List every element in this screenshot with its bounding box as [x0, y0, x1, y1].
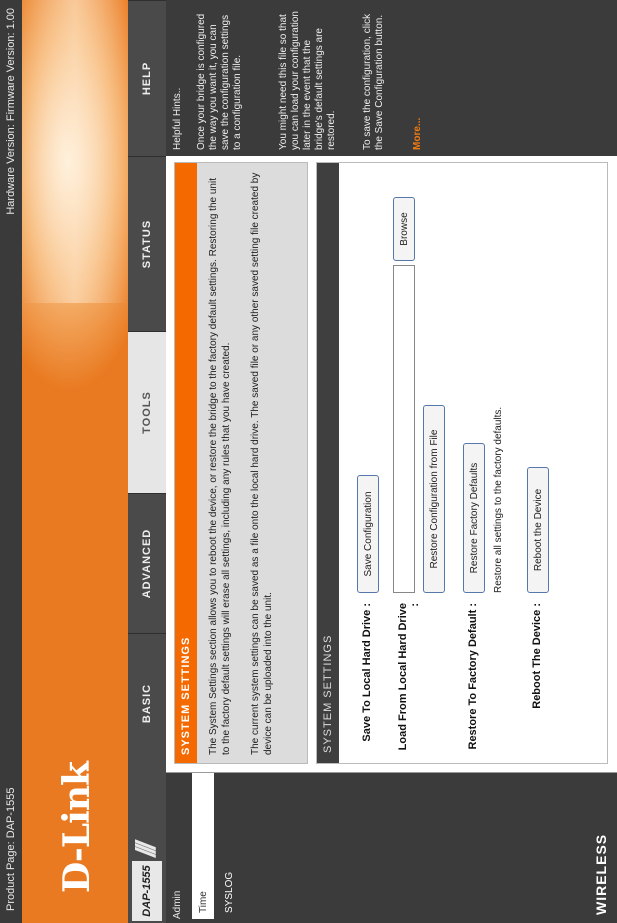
version-label: Hardware Version: Firmware Version: 1.00 — [5, 8, 17, 215]
settings-title: SYSTEM SETTINGS — [317, 163, 339, 763]
tab-help[interactable]: HELP — [128, 0, 166, 156]
model-badge: DAP-1555 /// — [128, 773, 166, 923]
help-hint-3: To save the configuration, click the Sav… — [362, 13, 385, 150]
tab-basic[interactable]: BASIC — [128, 633, 166, 773]
model-name: DAP-1555 — [132, 861, 162, 921]
nav-bar: DAP-1555 /// BASIC ADVANCED TOOLS STATUS… — [128, 0, 166, 923]
tab-tools[interactable]: TOOLS — [128, 331, 166, 493]
help-title: Helpful Hints.. — [172, 87, 183, 150]
restore-note: Restore all settings to the factory defa… — [493, 406, 504, 593]
sidebar-crumb: Admin — [172, 890, 183, 919]
tab-status[interactable]: STATUS — [128, 156, 166, 331]
sidebar-item-time[interactable]: Time — [192, 773, 214, 919]
restore-label: Restore To Factory Default : — [467, 603, 479, 750]
save-label: Save To Local Hard Drive : — [361, 603, 373, 742]
help-hint-1: Once your bridge is configured the way y… — [196, 13, 243, 150]
settings-panel: SYSTEM SETTINGS Save To Local Hard Drive… — [316, 162, 608, 764]
restore-configuration-button[interactable]: Restore Configuration from File — [423, 405, 445, 593]
config-file-input[interactable] — [393, 265, 415, 593]
dlink-logo: D-Link — [56, 762, 98, 893]
brand-banner: D-Link — [22, 0, 128, 923]
sidebar-item-syslog[interactable]: SYSLOG — [218, 773, 240, 919]
help-column: Helpful Hints.. Once your bridge is conf… — [166, 0, 617, 156]
intro-title: SYSTEM SETTINGS — [175, 163, 197, 763]
help-more-link[interactable]: More... — [412, 5, 424, 150]
top-info-bar: Product Page: DAP-1555 Hardware Version:… — [0, 0, 22, 923]
intro-panel: SYSTEM SETTINGS The System Settings sect… — [174, 162, 308, 764]
help-hint-2: You might need this file so that you can… — [278, 11, 337, 150]
wireless-footer: WIRELESS — [585, 773, 617, 923]
rotated-page: Product Page: DAP-1555 Hardware Version:… — [0, 0, 617, 923]
tab-advanced[interactable]: ADVANCED — [128, 493, 166, 633]
save-configuration-button[interactable]: Save Configuration — [357, 475, 379, 593]
intro-paragraph-1: The System Settings section allows you t… — [208, 178, 232, 755]
restore-factory-defaults-button[interactable]: Restore Factory Defaults — [463, 443, 485, 593]
browse-button[interactable]: Browse — [393, 197, 415, 261]
model-slash-icon: /// — [130, 845, 161, 857]
product-page-label: Product Page: DAP-1555 — [5, 787, 17, 911]
intro-paragraph-2: The current system settings can be saved… — [250, 172, 274, 755]
main-content: SYSTEM SETTINGS The System Settings sect… — [166, 155, 617, 773]
reboot-device-button[interactable]: Reboot the Device — [527, 467, 549, 593]
load-label: Load From Local Hard Drive : — [397, 603, 421, 751]
banner-beam — [22, 0, 128, 303]
left-sidebar: Admin Time SYSLOG — [166, 773, 617, 923]
reboot-label: Reboot The Device : — [531, 603, 543, 709]
